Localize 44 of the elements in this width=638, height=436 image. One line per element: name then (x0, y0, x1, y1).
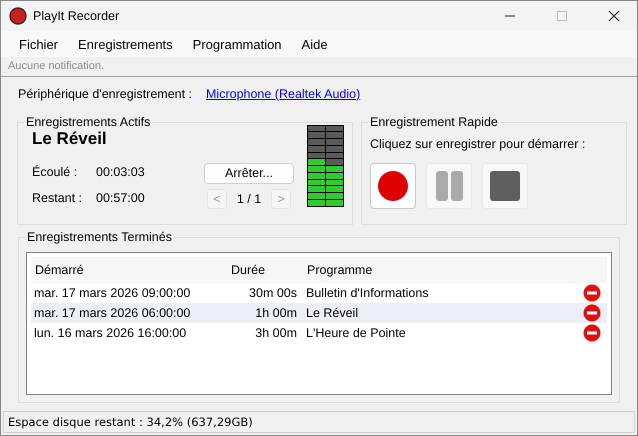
program-cell-text: Le Réveil (305, 306, 360, 320)
remaining-label: Restant : (32, 190, 84, 204)
remaining-time: 00:57:00 (96, 190, 145, 204)
record-button[interactable] (370, 162, 416, 208)
delete-icon[interactable] (583, 324, 601, 342)
start-cell-text: mar. 17 mars 2026 06:00:00 (33, 306, 192, 320)
column-header[interactable]: Durée (227, 262, 303, 276)
start-cell-text: lun. 16 mars 2026 16:00:00 (33, 326, 188, 340)
duration-cell-text: 1h 00m (254, 306, 298, 320)
status-bar: Espace disque restant : 34,2% (637,29GB) (3, 410, 635, 433)
list-row[interactable]: mar. 17 mars 2026 06:00:00 1h 00m Le Réveil (31, 302, 607, 322)
menu-item[interactable]: Enregistrements (68, 36, 183, 52)
elapsed-time: 00:03:03 (96, 164, 145, 178)
page-indicator: 1 / 1 (236, 192, 262, 206)
column-header[interactable]: Démarré (31, 262, 227, 276)
program-cell-text: Bulletin d'Informations (305, 286, 430, 300)
menu-item[interactable]: Fichier (9, 36, 68, 52)
device-link[interactable]: Microphone (Realtek Audio) (206, 86, 360, 104)
app-logo-icon (9, 7, 27, 25)
stop-icon (490, 170, 520, 200)
list-row[interactable]: lun. 16 mars 2026 16:00:00 3h 00m L'Heure de Pointe (31, 322, 607, 342)
start-cell-text: mar. 17 mars 2026 09:00:00 (33, 286, 192, 300)
record-icon (378, 170, 408, 200)
elapsed-label: Écoulé : (32, 164, 78, 178)
menu-item[interactable]: Aide (292, 36, 338, 52)
pause-icon (434, 170, 464, 200)
delete-icon[interactable] (583, 284, 601, 302)
stop-button[interactable]: Arrêter... (204, 162, 294, 184)
device-label: Périphérique d'enregistrement : (18, 86, 192, 103)
group-title: Enregistrements Terminés (25, 230, 174, 244)
column-header[interactable]: Programme (303, 262, 583, 276)
window-title: PlayIt Recorder (33, 9, 120, 23)
program-title: Le Réveil (32, 128, 107, 148)
maximize-icon (556, 10, 568, 22)
list-row[interactable]: mar. 17 mars 2026 09:00:00 30m 00s Bulletin d'Informations (31, 282, 607, 302)
group-title: Enregistrements Actifs (24, 114, 152, 128)
duration-cell-text: 30m 00s (248, 286, 298, 300)
group-title: Enregistrement Rapide (368, 114, 500, 128)
instruction-text: Cliquez sur enregistrer pour démarrer : (370, 136, 586, 150)
menu-item[interactable]: Programmation (182, 36, 292, 52)
close-icon (608, 10, 620, 22)
duration-cell-text: 3h 00m (254, 326, 298, 340)
delete-icon[interactable] (583, 304, 601, 322)
program-cell-text: L'Heure de Pointe (305, 326, 407, 340)
